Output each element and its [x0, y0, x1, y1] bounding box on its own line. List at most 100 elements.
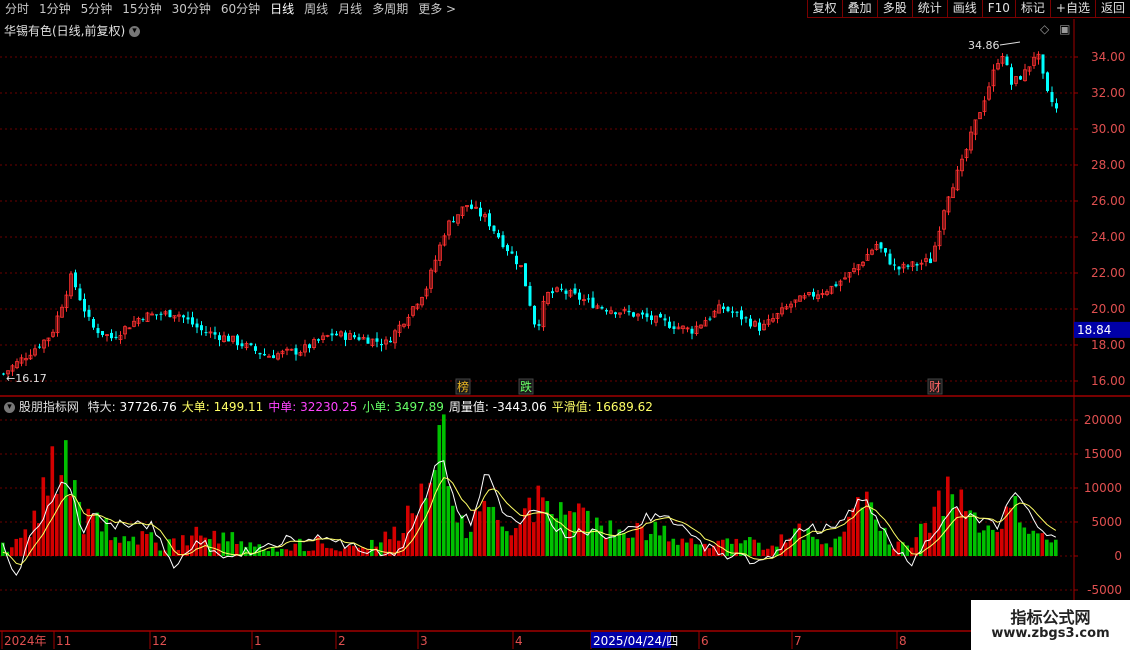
candle-body	[317, 339, 320, 341]
candle-body	[560, 288, 563, 290]
candle-body	[380, 343, 383, 346]
high-price-label: 34.86	[968, 39, 1000, 52]
indicator-bar	[995, 531, 1000, 556]
tab-period-1min[interactable]: 1分钟	[34, 0, 76, 19]
indicator-bar	[289, 550, 293, 556]
date-tick-label: 3	[420, 634, 428, 648]
candle-body	[236, 335, 239, 346]
indicator-bar	[1045, 539, 1049, 556]
indicator-bar	[433, 470, 437, 556]
watermark-title: 指标公式网	[1010, 608, 1091, 627]
eye-icon[interactable]: ▾	[129, 26, 141, 37]
candle-body	[888, 253, 892, 265]
indicator-bar	[424, 498, 428, 556]
period-tabs: 分时 1分钟 5分钟 15分钟 30分钟 60分钟 日线 周线 月线 多周期 更…	[0, 0, 461, 19]
indicator-bar	[172, 538, 176, 556]
date-tick-label: 11	[56, 634, 71, 648]
indicator-tick-label: -5000	[1087, 583, 1122, 597]
multi-stock-button[interactable]: 多股	[876, 0, 912, 18]
tab-period-60min[interactable]: 60分钟	[216, 0, 265, 19]
statistics-button[interactable]: 统计	[911, 0, 947, 18]
indicator-bar	[446, 486, 451, 556]
candle-body	[227, 335, 230, 342]
restore-rights-button[interactable]: 复权	[806, 0, 842, 18]
indicator-bar	[1022, 527, 1027, 556]
candle-body	[479, 207, 482, 217]
indicator-bar	[437, 425, 442, 556]
candle-body	[533, 305, 536, 325]
indicator-bar	[14, 538, 19, 556]
candle-body	[155, 314, 158, 316]
candle-body	[551, 291, 554, 294]
candle-body	[722, 306, 725, 309]
indicator-bar	[761, 549, 766, 556]
candle-body	[929, 258, 932, 264]
window-icon[interactable]: ▣	[1059, 22, 1070, 36]
indicator-bar	[689, 538, 694, 556]
indicator-bar	[509, 535, 514, 556]
indicator-bar	[595, 517, 599, 556]
date-tick-label: 4	[515, 634, 523, 648]
indicator-bar	[1049, 542, 1054, 556]
date-tick-label: 12	[152, 634, 167, 648]
tab-period-30min[interactable]: 30分钟	[167, 0, 216, 19]
candle-body	[83, 298, 86, 312]
candle-body	[87, 309, 91, 317]
candle-body	[114, 336, 118, 338]
date-tick-label: 2025/04/24/四	[593, 634, 678, 648]
mark-button[interactable]: 标记	[1014, 0, 1050, 18]
tab-period-more[interactable]: 更多 >	[413, 0, 461, 19]
indicator-bar	[478, 511, 482, 556]
back-button[interactable]: 返回	[1094, 0, 1130, 18]
tab-period-multi[interactable]: 多周期	[367, 0, 413, 19]
indicator-bar	[860, 507, 865, 556]
tab-period-5min[interactable]: 5分钟	[76, 0, 118, 19]
candle-body	[470, 204, 473, 209]
chart-controls: ◇ ▣	[1040, 22, 1070, 36]
indicator-bar	[32, 510, 37, 556]
add-watchlist-button[interactable]: +自选	[1049, 0, 1095, 18]
tab-period-fenshi[interactable]: 分时	[0, 0, 34, 19]
price-tick-label: 28.00	[1091, 158, 1125, 172]
stock-title: 华锡有色(日线,前复权)	[4, 24, 126, 38]
candle-body	[645, 313, 649, 318]
indicator-bar	[320, 543, 325, 556]
date-tick-label: 6	[701, 634, 709, 648]
indicator-value-number: 16689.62	[591, 400, 653, 414]
indicator-bar	[536, 485, 541, 556]
candle-body	[510, 251, 514, 254]
candle-body	[812, 291, 815, 297]
candle-body	[641, 312, 644, 315]
diamond-icon[interactable]: ◇	[1040, 22, 1049, 36]
indicator-bar	[145, 534, 149, 556]
indicator-bar	[230, 532, 235, 556]
eye-icon[interactable]: ▾	[4, 402, 15, 413]
overlay-button[interactable]: 叠加	[841, 0, 877, 18]
date-tick-label: 2	[338, 634, 346, 648]
f10-button[interactable]: F10	[981, 0, 1015, 18]
tab-period-15min[interactable]: 15分钟	[117, 0, 166, 19]
tab-period-daily[interactable]: 日线	[265, 0, 299, 19]
indicator-bar	[887, 544, 892, 556]
price-tick-label: 34.00	[1091, 50, 1125, 64]
candle-body	[159, 313, 163, 315]
indicator-bar	[334, 550, 338, 556]
indicator-bar	[419, 483, 424, 556]
chart-labels: 34.86 ←16.17 18.84 榜 跌 财	[6, 39, 1130, 395]
indicator-bar	[1000, 528, 1004, 556]
candle-body	[564, 290, 568, 294]
indicator-value-item: 大单: 1499.11	[182, 400, 263, 414]
tab-period-weekly[interactable]: 周线	[299, 0, 333, 19]
candle-body	[1019, 76, 1022, 80]
indicator-value-label: 中单:	[268, 400, 297, 414]
candle-body	[668, 321, 671, 328]
indicator-bar	[307, 550, 311, 556]
tab-period-monthly[interactable]: 月线	[333, 0, 367, 19]
indicator-bar	[815, 539, 820, 556]
draw-line-button[interactable]: 画线	[946, 0, 982, 18]
candle-body	[254, 346, 257, 351]
chart-area[interactable]: 34.00 32.00 30.00 28.00 26.00 24.00 22.00 20.00…	[0, 19, 1130, 650]
indicator-bar	[266, 551, 271, 556]
indicator-bar	[806, 528, 811, 556]
indicator-values: 特大: 37726.76 大单: 1499.11 中单: 32230.25 小单: 3…	[83, 400, 653, 414]
